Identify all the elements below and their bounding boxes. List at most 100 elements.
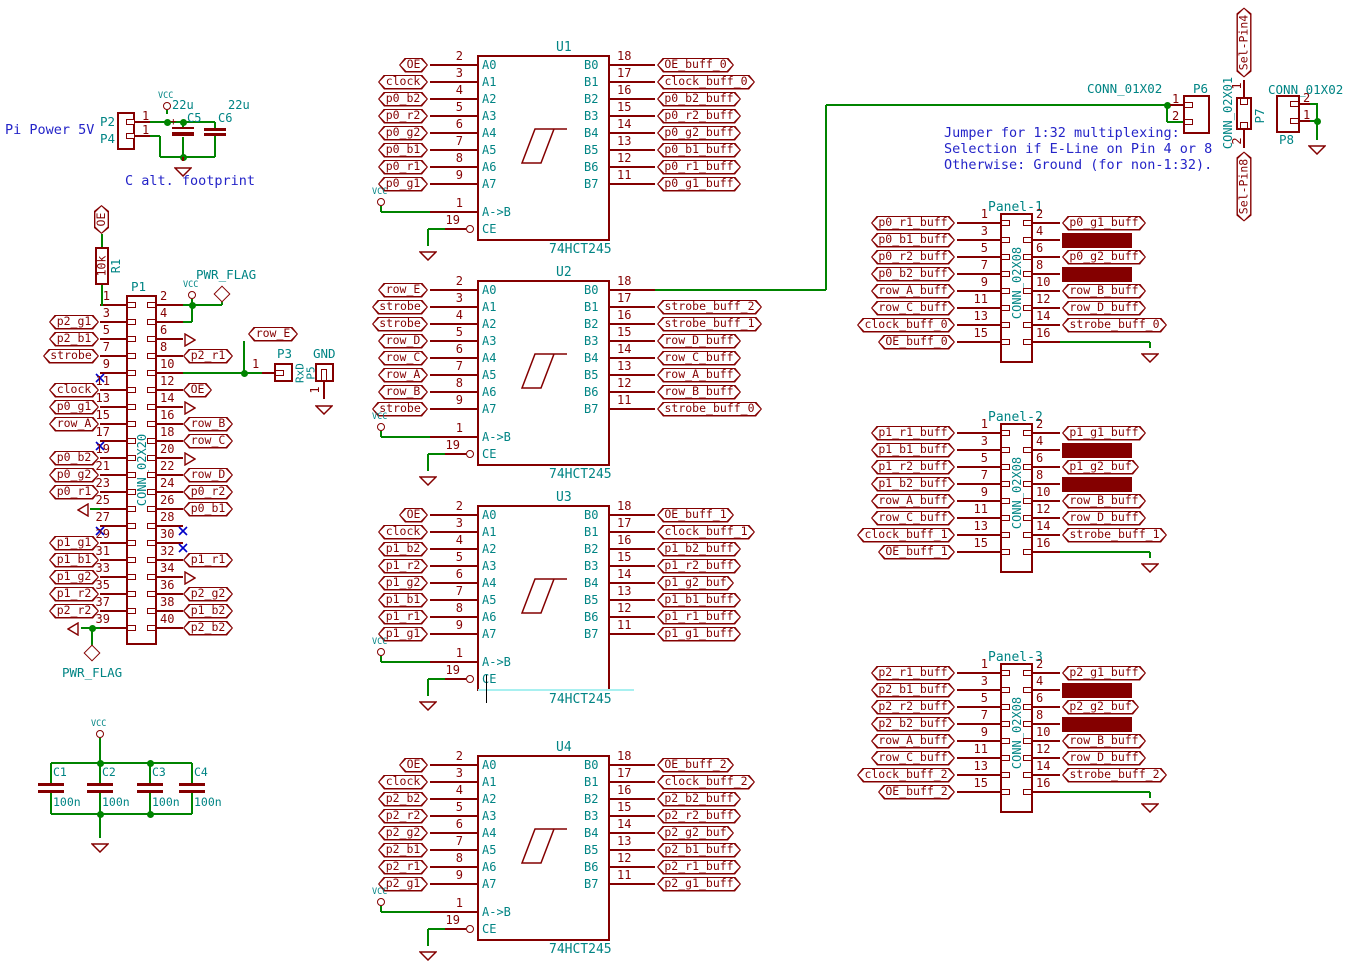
global-label-p2_g2_buf[interactable]: p2_g2_buf [657, 826, 734, 841]
global-label-strobe_buff_0[interactable]: strobe_buff_0 [1062, 318, 1167, 333]
global-label-p0_b1_buff[interactable]: p0_b1_buff [657, 143, 741, 158]
global-label-row_E[interactable]: row_E [378, 283, 428, 298]
value-P1[interactable]: CONN_02X20 [136, 434, 148, 506]
global-label-row_A_buff[interactable]: row_A_buff [871, 734, 955, 749]
global-label-row_C_buff[interactable]: row_C_buff [657, 351, 741, 366]
global-label-p2_g2[interactable]: p2_g2 [378, 826, 428, 841]
global-label-row_A[interactable]: row_A [378, 368, 428, 383]
global-label-Sel-Pin8[interactable]: Sel-Pin8 [1062, 717, 1132, 732]
global-label-Sel-Pin4[interactable]: Sel-Pin4 [1062, 683, 1132, 698]
global-label-row_C_buff[interactable]: row_C_buff [871, 511, 955, 526]
global-label-strobe[interactable]: strobe [372, 317, 428, 332]
global-label-OE_buff_1[interactable]: OE_buff_1 [878, 545, 955, 560]
global-label-row_B_buff[interactable]: row_B_buff [1062, 284, 1146, 299]
note-jumper-line-3[interactable]: Otherwise: Ground (for non-1:32). [944, 159, 1212, 173]
value-C6[interactable]: 22u [228, 99, 250, 111]
value-C5[interactable]: 22u [172, 99, 194, 111]
global-label-p0_g2[interactable]: p0_g2 [378, 126, 428, 141]
global-label-Sel-Pin4[interactable]: Sel-Pin4 [1062, 233, 1132, 248]
global-label-row_A_buff[interactable]: row_A_buff [871, 494, 955, 509]
global-label-p1_g1_buff[interactable]: p1_g1_buff [657, 627, 741, 642]
global-label-p0_b2[interactable]: p0_b2 [378, 92, 428, 107]
global-label-p2_g2[interactable]: p2_g2 [183, 587, 233, 602]
global-label-row_D[interactable]: row_D [183, 468, 233, 483]
global-label-row_D_buff[interactable]: row_D_buff [657, 334, 741, 349]
global-label-p1_b2[interactable]: p1_b2 [183, 604, 233, 619]
global-label-clock[interactable]: clock [378, 75, 428, 90]
value-U2[interactable]: 74HCT245 [549, 468, 612, 481]
ref-U3[interactable]: U3 [556, 491, 572, 504]
global-label-row_E[interactable]: row_E [248, 327, 298, 342]
global-label-p0_r1[interactable]: p0_r1 [378, 160, 428, 175]
global-label-Sel-Pin8[interactable]: Sel-Pin8 [1062, 477, 1132, 492]
global-label-p2_b2_buff[interactable]: p2_b2_buff [657, 792, 741, 807]
global-label-p1_b2_buff[interactable]: p1_b2_buff [871, 477, 955, 492]
global-label-p0_r2[interactable]: p0_r2 [378, 109, 428, 124]
global-label-row_D_buff[interactable]: row_D_buff [1062, 301, 1146, 316]
global-label-p1_r2_buff[interactable]: p1_r2_buff [657, 559, 741, 574]
global-label-strobe_buff_1[interactable]: strobe_buff_1 [1062, 528, 1167, 543]
global-label-p1_r1[interactable]: p1_r1 [183, 553, 233, 568]
global-label-p2_r1_buff[interactable]: p2_r1_buff [871, 666, 955, 681]
ref-P4[interactable]: P4 [100, 133, 115, 146]
global-label-strobe_buff_0[interactable]: strobe_buff_0 [657, 402, 762, 417]
global-label-clock_buff_2[interactable]: clock_buff_2 [657, 775, 755, 790]
global-label-row_A_buff[interactable]: row_A_buff [871, 284, 955, 299]
global-label-p2_b1[interactable]: p2_b1 [378, 843, 428, 858]
global-label-p2_b2[interactable]: p2_b2 [378, 792, 428, 807]
value-U1[interactable]: 74HCT245 [549, 243, 612, 256]
value-Panel-3[interactable]: CONN_02X08 [1011, 697, 1023, 769]
global-label-p0_b1[interactable]: p0_b1 [183, 502, 233, 517]
global-label-row_B_buff[interactable]: row_B_buff [657, 385, 741, 400]
global-label-p2_b2[interactable]: p2_b2 [183, 621, 233, 636]
global-label-p0_r2[interactable]: p0_r2 [183, 485, 233, 500]
global-label-p2_g1_buff[interactable]: p2_g1_buff [657, 877, 741, 892]
global-label-OE[interactable]: OE [399, 758, 428, 773]
global-label-p2_b2_buff[interactable]: p2_b2_buff [871, 717, 955, 732]
global-label-clock_buff_1[interactable]: clock_buff_1 [657, 525, 755, 540]
global-label-Sel-Pin4[interactable]: Sel-Pin4 [1062, 443, 1132, 458]
value-C1[interactable]: 100n [53, 797, 81, 809]
ref-GND-conn[interactable]: GND [313, 348, 336, 361]
ref-U1[interactable]: U1 [556, 41, 572, 54]
global-label-p0_g1_buff[interactable]: p0_g1_buff [1062, 216, 1146, 231]
global-label-row_D_buff[interactable]: row_D_buff [1062, 751, 1146, 766]
global-label-Sel-Pin8-vert[interactable]: Sel-Pin8 [1237, 151, 1252, 221]
global-label-p2_g1_buff[interactable]: p2_g1_buff [1062, 666, 1146, 681]
global-label-p1_b1_buff[interactable]: p1_b1_buff [657, 593, 741, 608]
value-U4[interactable]: 74HCT245 [549, 943, 612, 956]
global-label-p1_r2_buff[interactable]: p1_r2_buff [871, 460, 955, 475]
global-label-strobe_buff_2[interactable]: strobe_buff_2 [1062, 768, 1167, 783]
global-label-clock_buff_2[interactable]: clock_buff_2 [857, 768, 955, 783]
global-label-row_C[interactable]: row_C [183, 434, 233, 449]
value-U3[interactable]: 74HCT245 [549, 693, 612, 706]
global-label-p0_r1_buff[interactable]: p0_r1_buff [657, 160, 741, 175]
global-label-p0_r2_buff[interactable]: p0_r2_buff [657, 109, 741, 124]
ref-P2[interactable]: P2 [100, 116, 115, 129]
global-label-row_C_buff[interactable]: row_C_buff [871, 301, 955, 316]
global-label-OE_buff_0[interactable]: OE_buff_0 [657, 58, 734, 73]
global-label-p1_b2[interactable]: p1_b2 [378, 542, 428, 557]
value-C3[interactable]: 100n [152, 797, 180, 809]
global-label-p2_r1[interactable]: p2_r1 [183, 349, 233, 364]
note-c-alt-footprint[interactable]: C alt. footprint [125, 175, 255, 189]
global-label-row_D_buff[interactable]: row_D_buff [1062, 511, 1146, 526]
global-label-p2_b1_buff[interactable]: p2_b1_buff [871, 683, 955, 698]
global-label-p1_b2_buff[interactable]: p1_b2_buff [657, 542, 741, 557]
value-C2[interactable]: 100n [102, 797, 130, 809]
global-label-p1_g2[interactable]: p1_g2 [378, 576, 428, 591]
global-label-p0_r1_buff[interactable]: p0_r1_buff [871, 216, 955, 231]
global-label-OE_buff_2[interactable]: OE_buff_2 [657, 758, 734, 773]
global-label-row_B_buff[interactable]: row_B_buff [1062, 494, 1146, 509]
ref-P3[interactable]: P3 [277, 348, 292, 361]
value-Panel-1[interactable]: CONN_02X08 [1011, 247, 1023, 319]
ref-C5[interactable]: C5 [187, 112, 201, 124]
global-label-row_D[interactable]: row_D [378, 334, 428, 349]
global-label-OE-vert[interactable]: OE [94, 205, 109, 234]
note-jumper-line-1[interactable]: Jumper for 1:32 multiplexing: [944, 127, 1180, 141]
ref-P1[interactable]: P1 [131, 281, 146, 294]
ref-C3[interactable]: C3 [152, 767, 166, 779]
global-label-clock_buff_1[interactable]: clock_buff_1 [857, 528, 955, 543]
ref-R1[interactable]: R1 [110, 259, 122, 273]
global-label-p2_r2_buff[interactable]: p2_r2_buff [871, 700, 955, 715]
